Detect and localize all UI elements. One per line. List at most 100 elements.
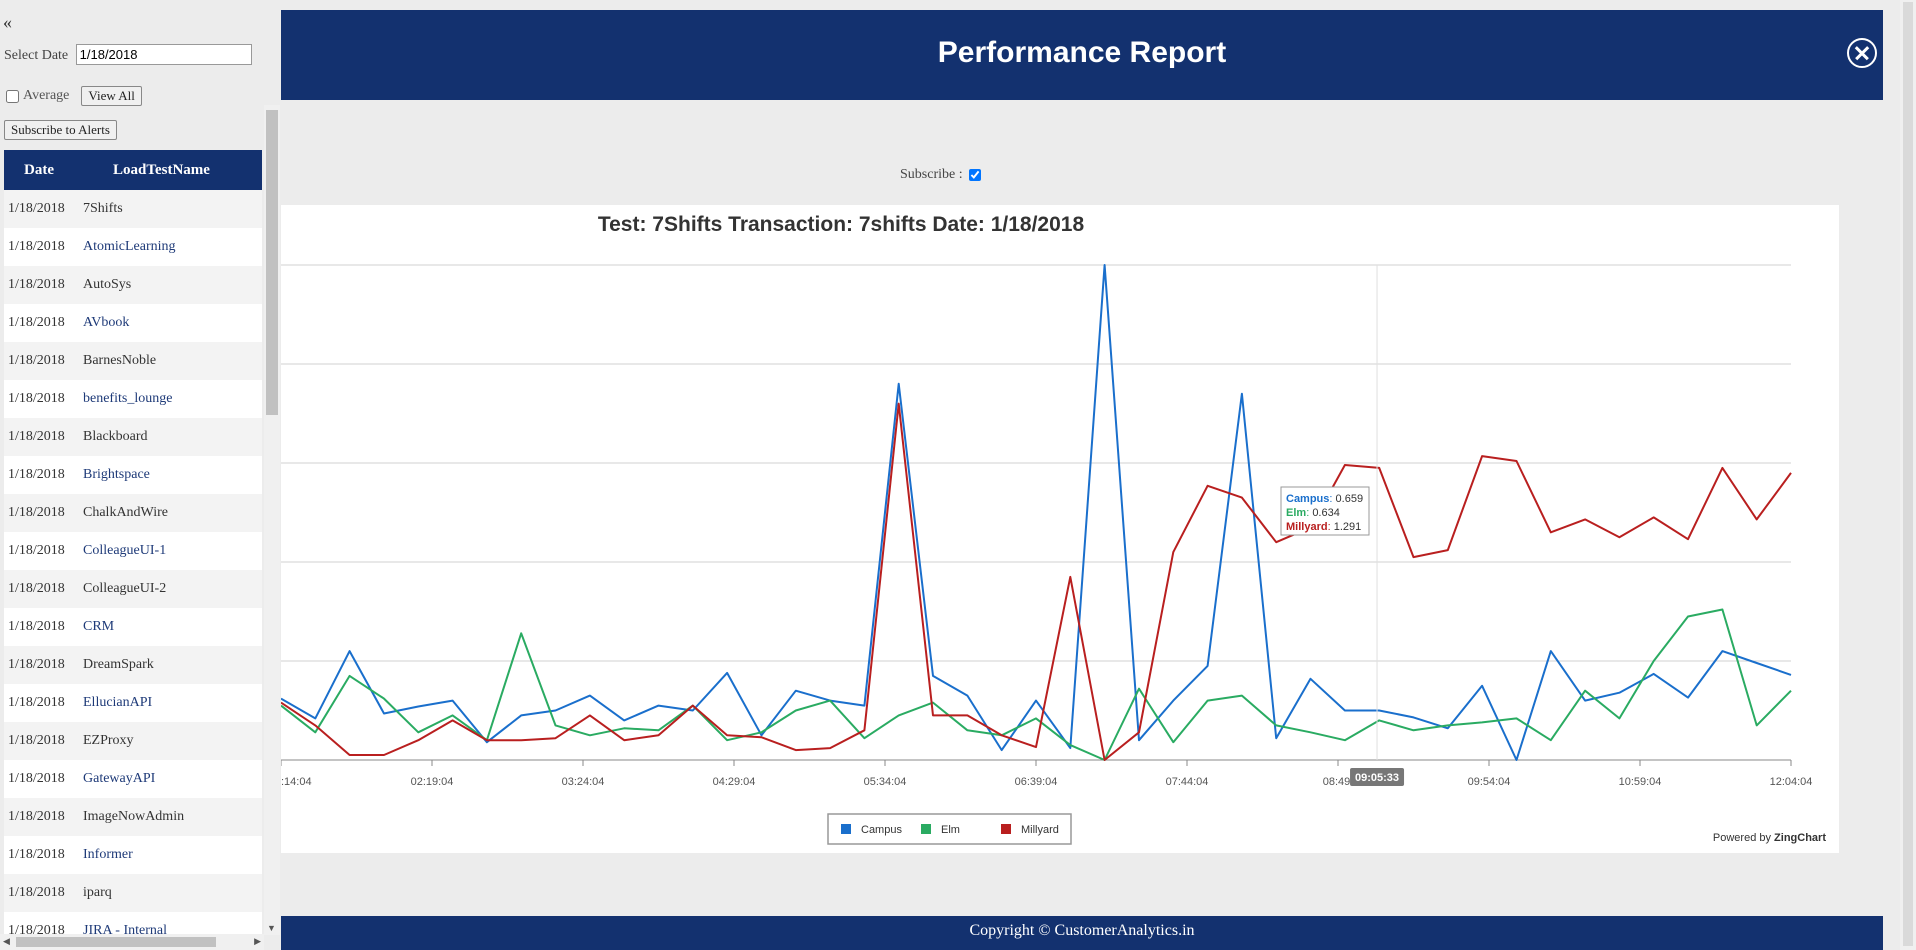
legend-swatch[interactable] [841, 824, 851, 834]
chart-container: Test: 7Shifts Transaction: 7shifts Date:… [281, 205, 1839, 853]
table-row[interactable]: 1/18/2018 7Shifts [4, 190, 262, 228]
loadtest-link[interactable]: ColleagueUI-2 [83, 581, 166, 596]
loadtest-link[interactable]: ColleagueUI-1 [83, 543, 166, 558]
row-loadtest: ColleagueUI-1 [83, 532, 262, 570]
table-row[interactable]: 1/18/2018 EZProxy [4, 722, 262, 760]
sidebar-hscroll-thumb[interactable] [16, 937, 216, 947]
row-loadtest: CRM [83, 608, 262, 646]
row-loadtest: Informer [83, 836, 262, 874]
table-row[interactable]: 1/18/2018 Informer [4, 836, 262, 874]
table-row[interactable]: 1/18/2018 GatewayAPI [4, 760, 262, 798]
x-tick-label: 09:54:04 [1468, 776, 1511, 788]
loadtest-link[interactable]: ImageNowAdmin [83, 809, 184, 824]
window-vertical-scrollbar[interactable] [1900, 0, 1916, 950]
loadtest-link[interactable]: iparq [83, 885, 112, 900]
table-row[interactable]: 1/18/2018 AutoSys [4, 266, 262, 304]
row-date: 1/18/2018 [4, 798, 83, 836]
tooltip-entry: Millyard: 1.291 [1286, 521, 1361, 533]
loadtest-link[interactable]: CRM [83, 619, 114, 634]
loadtest-link[interactable]: AtomicLearning [83, 239, 176, 254]
table-row[interactable]: 1/18/2018 ImageNowAdmin [4, 798, 262, 836]
tooltip-value: 1.291 [1334, 521, 1362, 533]
footer: Copyright © CustomerAnalytics.in [281, 916, 1883, 950]
table-row[interactable]: 1/18/2018 EllucianAPI [4, 684, 262, 722]
subscribe-label: Subscribe : [900, 167, 963, 182]
tooltip-value: 0.634 [1312, 507, 1340, 519]
scroll-right-icon[interactable]: ▶ [254, 936, 261, 947]
window-scroll-thumb[interactable] [1903, 2, 1913, 946]
loadtest-link[interactable]: Informer [83, 847, 133, 862]
tooltip-series-name: Campus [1286, 493, 1329, 505]
loadtest-link[interactable]: AVbook [83, 315, 129, 330]
legend-item[interactable]: Elm [941, 824, 960, 836]
row-loadtest: AutoSys [83, 266, 262, 304]
table-row[interactable]: 1/18/2018 Brightspace [4, 456, 262, 494]
credit-prefix: Powered by [1713, 832, 1774, 844]
loadtest-link[interactable]: EllucianAPI [83, 695, 152, 710]
table-row[interactable]: 1/18/2018 AVbook [4, 304, 262, 342]
subscribe-to-alerts-button[interactable]: Subscribe to Alerts [4, 120, 117, 140]
scroll-down-icon[interactable]: ▼ [267, 923, 276, 933]
legend-swatch[interactable] [921, 824, 931, 834]
table-row[interactable]: 1/18/2018 iparq [4, 874, 262, 912]
row-date: 1/18/2018 [4, 228, 83, 266]
column-header-date[interactable]: Date [4, 150, 83, 190]
x-tick-label: 12:04:04 [1770, 776, 1813, 788]
legend-swatch[interactable] [1001, 824, 1011, 834]
row-date: 1/18/2018 [4, 836, 83, 874]
series-line-campus[interactable] [281, 264, 1792, 761]
row-date: 1/18/2018 [4, 494, 83, 532]
loadtest-link[interactable]: DreamSpark [83, 657, 154, 672]
loadtest-link[interactable]: EZProxy [83, 733, 134, 748]
table-row[interactable]: 1/18/2018 BarnesNoble [4, 342, 262, 380]
sidebar-scroll-thumb[interactable] [266, 110, 278, 415]
x-tick-label: 07:44:04 [1166, 776, 1209, 788]
scroll-left-icon[interactable]: ◀ [3, 936, 10, 947]
chart-tooltip: Campus: 0.659 Elm: 0.634 Millyard: 1.291 [1280, 486, 1370, 536]
loadtest-link[interactable]: AutoSys [83, 277, 131, 292]
average-checkbox[interactable] [6, 89, 19, 103]
table-row[interactable]: 1/18/2018 ColleagueUI-1 [4, 532, 262, 570]
loadtest-link[interactable]: BarnesNoble [83, 353, 156, 368]
legend-item[interactable]: Campus [861, 824, 902, 836]
collapse-sidebar-icon[interactable]: « [3, 12, 12, 33]
loadtest-link[interactable]: ChalkAndWire [83, 505, 168, 520]
sidebar: « Select Date Average View All Subscribe… [0, 0, 280, 950]
x-tick-label: 06:39:04 [1015, 776, 1058, 788]
table-row[interactable]: 1/18/2018 AtomicLearning [4, 228, 262, 266]
sidebar-vertical-scrollbar[interactable]: ▼ [264, 105, 280, 935]
sidebar-horizontal-scrollbar[interactable]: ◀ ▶ [0, 934, 264, 950]
loadtest-link[interactable]: GatewayAPI [83, 771, 155, 786]
column-header-loadtestname[interactable]: LoadTestName [83, 150, 262, 190]
x-tick-label: 05:34:04 [864, 776, 907, 788]
loadtest-link[interactable]: Brightspace [83, 467, 150, 482]
subscribe-checkbox[interactable] [968, 169, 981, 181]
table-row[interactable]: 1/18/2018 DreamSpark [4, 646, 262, 684]
row-date: 1/18/2018 [4, 570, 83, 608]
row-date: 1/18/2018 [4, 266, 83, 304]
chart-legend: Campus Elm Millyard [827, 813, 1072, 845]
close-icon[interactable] [1847, 38, 1877, 68]
zingchart-credit[interactable]: Powered by ZingChart [1713, 832, 1826, 844]
credit-brand: ZingChart [1774, 832, 1826, 844]
loadtest-link[interactable]: 7Shifts [83, 201, 123, 216]
tooltip-value: 0.659 [1336, 493, 1364, 505]
table-row[interactable]: 1/18/2018 CRM [4, 608, 262, 646]
table-row[interactable]: 1/18/2018 ColleagueUI-2 [4, 570, 262, 608]
select-date-input[interactable] [75, 44, 252, 65]
view-all-button[interactable]: View All [81, 86, 142, 106]
table-row[interactable]: 1/18/2018 benefits_lounge [4, 380, 262, 418]
x-tick-label: 02:19:04 [411, 776, 454, 788]
average-row: Average View All [6, 86, 142, 106]
x-tick-label: 03:24:04 [562, 776, 605, 788]
table-row[interactable]: 1/18/2018 ChalkAndWire [4, 494, 262, 532]
series-line-elm[interactable] [281, 608, 1792, 761]
table-row[interactable]: 1/18/2018 Blackboard [4, 418, 262, 456]
series-line-millyard[interactable] [281, 402, 1792, 761]
loadtest-link[interactable]: Blackboard [83, 429, 148, 444]
loadtest-link[interactable]: benefits_lounge [83, 391, 172, 406]
subscribe-row: Subscribe : [900, 167, 981, 183]
row-date: 1/18/2018 [4, 760, 83, 798]
legend-item[interactable]: Millyard [1021, 824, 1059, 836]
table-header-row: Date LoadTestName [4, 150, 262, 190]
